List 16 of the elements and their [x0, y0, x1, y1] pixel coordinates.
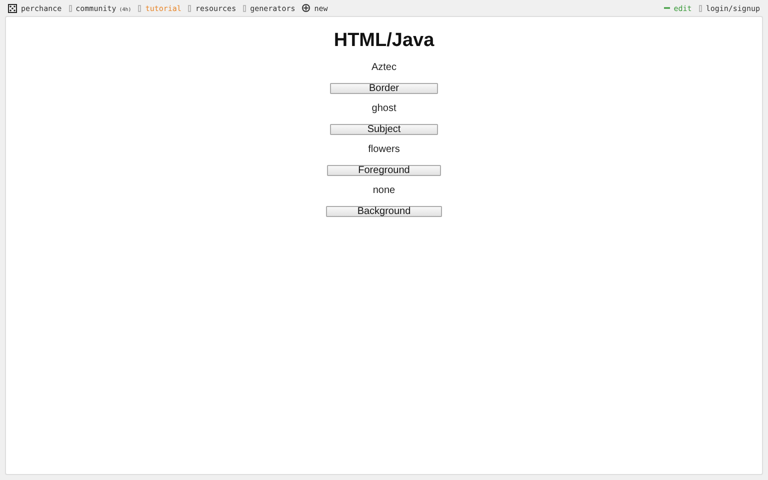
output-text: none [372, 185, 396, 197]
output-text: ghost [372, 103, 396, 115]
randomize-button[interactable]: Background [326, 206, 442, 217]
missing-glyph-icon [188, 4, 192, 12]
missing-glyph-icon [68, 4, 72, 12]
missing-glyph-icon [243, 4, 246, 12]
page-title: HTML/Java [334, 32, 434, 50]
missing-glyph-icon [698, 4, 702, 12]
missing-glyph-icon [138, 4, 142, 12]
output-text: flowers [368, 144, 400, 156]
randomize-button[interactable]: Border [330, 83, 438, 94]
randomize-button[interactable]: Subject [330, 124, 438, 135]
dice-icon [8, 4, 17, 12]
output-text: Aztec [371, 62, 396, 74]
randomize-button[interactable]: Foreground [327, 165, 441, 176]
plus-circle-icon [302, 4, 310, 12]
